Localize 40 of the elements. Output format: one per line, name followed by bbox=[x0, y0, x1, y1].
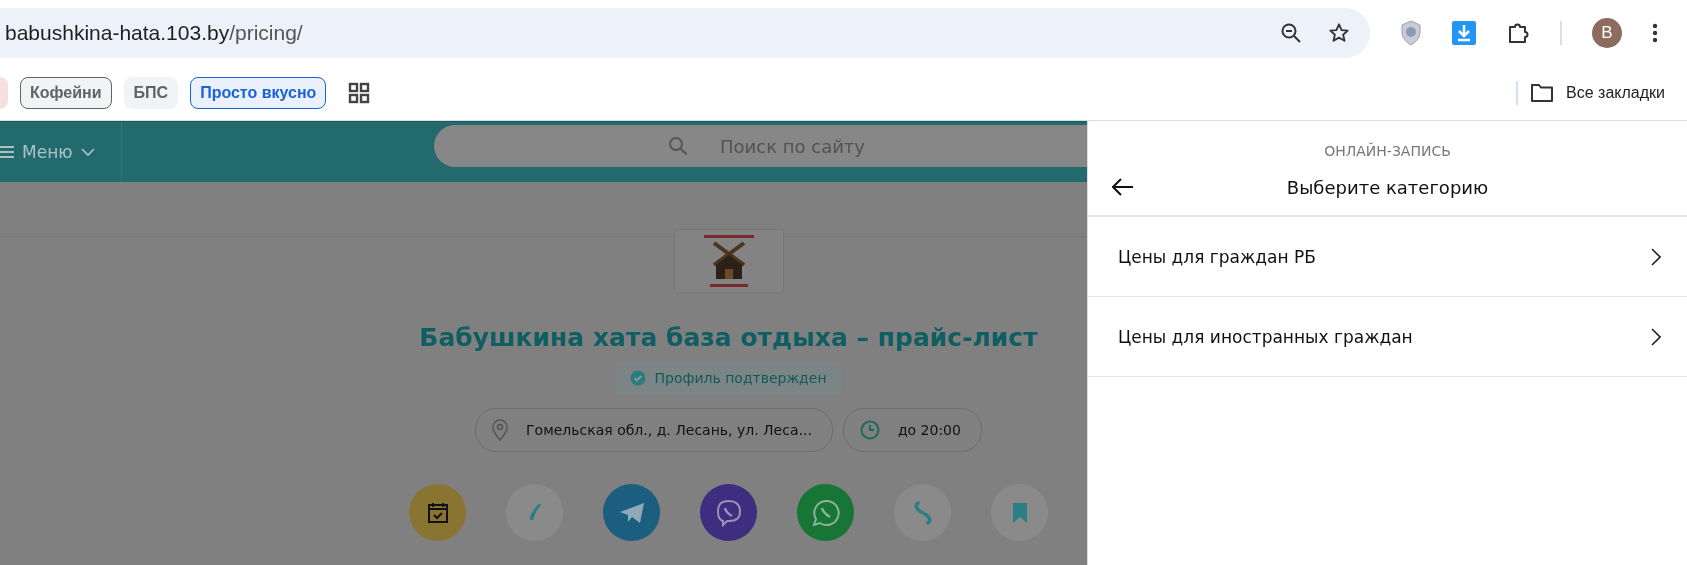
hours-chip[interactable]: до 20:00 bbox=[842, 408, 982, 452]
tab-group-chip[interactable]: Просто вкусно bbox=[190, 77, 327, 109]
folder-icon[interactable] bbox=[1530, 83, 1555, 103]
tab-group-chip[interactable]: БПС bbox=[123, 77, 179, 109]
zoom-out-icon[interactable] bbox=[1280, 22, 1302, 44]
viber-button[interactable] bbox=[700, 484, 757, 541]
more-options-icon[interactable] bbox=[1652, 23, 1658, 43]
bookmark-icon bbox=[1011, 501, 1028, 524]
panel-title: Выберите категорию bbox=[1286, 176, 1489, 198]
download-icon[interactable] bbox=[1452, 21, 1476, 45]
telegram-button[interactable] bbox=[603, 484, 660, 541]
all-bookmarks-link[interactable]: Все закладки bbox=[1566, 84, 1665, 102]
chevron-right-icon bbox=[1651, 247, 1661, 266]
apps-grid-icon[interactable] bbox=[348, 82, 371, 104]
check-badge-icon bbox=[630, 370, 647, 386]
category-item[interactable]: Цены для граждан РБ bbox=[1088, 217, 1687, 297]
profile-avatar[interactable]: B bbox=[1592, 18, 1622, 48]
tab-group-chip[interactable]: Кофейни bbox=[20, 77, 112, 109]
address-bar[interactable]: babushkina-hata.103.by/pricing/ bbox=[0, 8, 1370, 58]
puzzle-icon[interactable] bbox=[1506, 21, 1530, 45]
chat-phone-icon bbox=[714, 498, 743, 527]
section-label: ОНЛАЙН-ЗАПИСЬ bbox=[1323, 143, 1452, 159]
whatsapp-button[interactable] bbox=[797, 484, 854, 541]
menu-icon bbox=[0, 145, 14, 159]
chevron-right-icon bbox=[1651, 327, 1661, 346]
page-title: Бабушкина хата база отдыха – прайс-лист bbox=[419, 323, 1038, 352]
clock-icon bbox=[859, 420, 880, 440]
category-item[interactable]: Цены для иностранных граждан bbox=[1088, 297, 1687, 377]
shield-icon[interactable] bbox=[1400, 20, 1422, 46]
url-text: babushkina-hata.103.by/pricing/ bbox=[5, 21, 304, 45]
location-pin-icon bbox=[492, 419, 509, 441]
chat-phone-icon bbox=[811, 498, 840, 527]
menu-button[interactable]: Меню bbox=[0, 122, 122, 182]
booking-button[interactable] bbox=[409, 484, 466, 541]
calendar-check-icon bbox=[425, 500, 450, 525]
chevron-down-icon bbox=[80, 147, 95, 157]
star-icon[interactable] bbox=[1328, 22, 1350, 44]
back-arrow-icon[interactable] bbox=[1112, 178, 1134, 196]
address-chip[interactable]: Гомельская обл., д. Лесань, ул. Леса... bbox=[475, 408, 833, 452]
verified-badge: Профиль подтвержден bbox=[616, 362, 841, 394]
